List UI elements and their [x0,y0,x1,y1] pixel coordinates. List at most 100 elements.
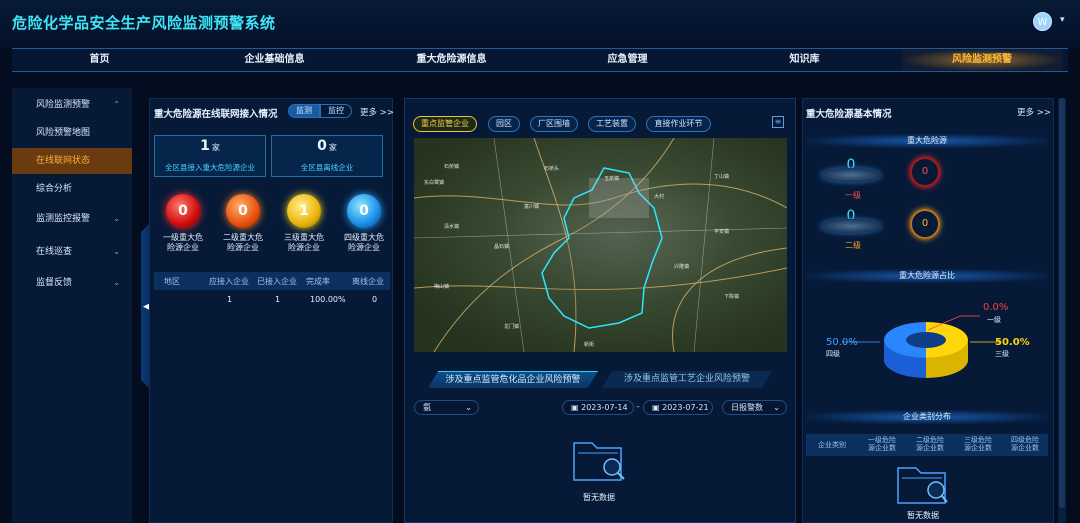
map-overlay: 石桥镇 石桥头 玉泉镇 东白鹭镇 丁山镇 富川镇 大村 清水镇 平安镇 晶石镇 … [413,137,788,353]
sidebar-item-online-status[interactable]: 在线联网状态 [12,148,132,174]
sidebar-item-label: 风险监测预警 [36,100,91,110]
nav-emergency[interactable]: 应急管理 [550,49,705,71]
sidebar-item-patrol[interactable]: 在线巡查 ⌄ [12,239,132,265]
map-place-label: 丁山镇 [714,173,729,180]
sidebar-item-alarm[interactable]: 监测监控报警 ⌄ [12,206,132,232]
sidebar-item-analysis[interactable]: 综合分析 [12,176,132,202]
pie-pct-level1: 0.0% [983,302,1009,313]
panel-title: 重大危险源在线联网接入情况 [154,109,278,120]
sidebar-item-feedback[interactable]: 监督反馈 ⌄ [12,270,132,296]
column-header: 二级危险 源企业数 [916,436,944,452]
table-cell: 1 [227,295,233,304]
tab-hazchem-warning[interactable]: 涉及重点监管危化品企业风险预警 [428,371,598,388]
chevron-down-icon[interactable]: ▾ [1060,15,1065,25]
stat-offline-value: 0家 [272,138,382,154]
user-avatar[interactable]: W [1033,12,1052,31]
stat-connected-label: 全区县接入重大危险源企业 [165,163,255,172]
map-place-label: 下陈镇 [724,293,739,300]
panel-title: 重大危险源基本情况 [806,109,892,120]
substance-select[interactable]: 氨 ⌄ [414,400,479,415]
nav-hazard-source[interactable]: 重大危险源信息 [374,49,529,71]
scrollbar-thumb[interactable] [1059,98,1065,508]
app-title: 危险化学品安全生产风险监测预警系统 [12,14,276,32]
date-from[interactable]: ▣ 2023-07-14 [562,400,634,415]
label-line: 险源企业 [227,243,259,252]
sidebar-item-risk-monitor[interactable]: 风险监测预警 ⌃ [12,92,132,118]
column-header: 应接入企业 [209,277,249,286]
grade1-ring: 0 [910,157,940,187]
map-place-label: 石桥头 [544,165,559,172]
sidebar-item-label: 监测监控报警 [36,214,91,224]
map-place-label: 大村 [654,193,664,200]
pie-label-level1: 一级 [987,316,1001,324]
label-line: 二级重大危 [223,233,263,242]
top-nav: 首页 企业基础信息 重大危险源信息 应急管理 知识库 风险监测预警 [12,48,1068,72]
table-cell: 100.00% [310,295,346,304]
sidebar-item-label: 监督反馈 [36,278,73,288]
sidebar-item-label: 综合分析 [36,184,73,194]
more-link[interactable]: 更多 >> [360,106,394,118]
column-header: 企业类别 [818,441,846,449]
empty-state-text: 暂无数据 [907,511,939,520]
tab-plant-wall[interactable]: 厂区围墙 [530,116,578,132]
level2-label: 二级重大危 险源企业 [213,233,273,253]
toggle-monitor[interactable]: 监测 [288,104,320,118]
map-place-label: 石桥镇 [444,163,459,170]
label-line: 一级重大危 [163,233,203,242]
chevron-down-icon: ⌄ [465,403,472,412]
nav-knowledge[interactable]: 知识库 [727,49,882,71]
tab-park[interactable]: 园区 [488,116,520,132]
map-place-label: 清水镇 [444,223,459,230]
map-place-label: 晶石镇 [494,243,509,250]
stat-connected-box: 1家 全区县接入重大危险源企业 [154,135,266,177]
column-header: 地区 [164,277,180,286]
map-place-label: 富川镇 [524,203,539,210]
stat-offline-box: 0家 全区县离线企业 [271,135,383,177]
table-row[interactable]: 1 1 100.00% 0 [154,295,390,309]
report-select[interactable]: 日报警数 ⌄ [722,400,787,415]
tab-key-enterprises[interactable]: 重点监管企业 [413,116,477,132]
pie-pct-level4: 50.0% [826,337,858,348]
calendar-icon: ▣ [652,403,663,412]
map-place-label: 平安镇 [714,228,729,235]
date-separator: – [636,402,640,411]
map-place-label: 东白鹭镇 [424,179,444,186]
label-line: 险源企业 [167,243,199,252]
map-place-label: 梅山镇 [434,283,449,290]
nav-risk-warning[interactable]: 风险监测预警 [902,49,1062,71]
level4-count: 0 [347,194,381,228]
sidebar-item-label: 在线巡查 [36,247,73,257]
chevron-down-icon: ⌄ [113,214,120,223]
empty-state-text: 暂无数据 [583,493,615,502]
stat-unit: 家 [211,143,220,152]
menu-icon[interactable]: ≡ [772,116,784,128]
satellite-map[interactable]: 石桥镇 石桥头 玉泉镇 东白鹭镇 丁山镇 富川镇 大村 清水镇 平安镇 晶石镇 … [413,137,788,353]
label-line: 三级重大危 [284,233,324,242]
select-value: 氨 [423,403,431,412]
date-to[interactable]: ▣ 2023-07-21 [643,400,713,415]
empty-folder-icon [573,442,625,481]
sidebar-item-risk-map[interactable]: 风险预警地图 [12,120,132,146]
tab-process-warning[interactable]: 涉及重点监管工艺企业风险预警 [602,371,772,388]
section-hazard-source: 重大危险源 [806,134,1048,148]
column-header: 离线企业 [352,277,384,286]
nav-home[interactable]: 首页 [22,49,177,71]
level1-label: 一级重大危 险源企业 [153,233,213,253]
grade1-disc [821,168,881,182]
category-table-header: 企业类别 一级危险 源企业数 二级危险 源企业数 三级危险 源企业数 四级危险 … [806,434,1048,456]
label-line: 险源企业 [288,243,320,252]
column-header: 四级危险 源企业数 [1011,436,1039,452]
section-enterprise-category: 企业类别分布 [806,410,1048,424]
nav-enterprise-info[interactable]: 企业基础信息 [197,49,352,71]
tab-direct-operations[interactable]: 直接作业环节 [646,116,711,132]
pie-leader-lines [842,315,1000,343]
stat-value: 0 [317,138,327,154]
toggle-surveillance[interactable]: 监控 [320,104,352,118]
stat-value: 1 [200,138,210,154]
tab-process-unit[interactable]: 工艺装置 [588,116,636,132]
grade2-ring: 0 [910,209,940,239]
more-link[interactable]: 更多 >> [1017,106,1051,118]
stat-offline-label: 全区县离线企业 [300,163,354,172]
date-value: 2023-07-14 [581,403,628,412]
chevron-down-icon: ⌄ [113,247,120,256]
